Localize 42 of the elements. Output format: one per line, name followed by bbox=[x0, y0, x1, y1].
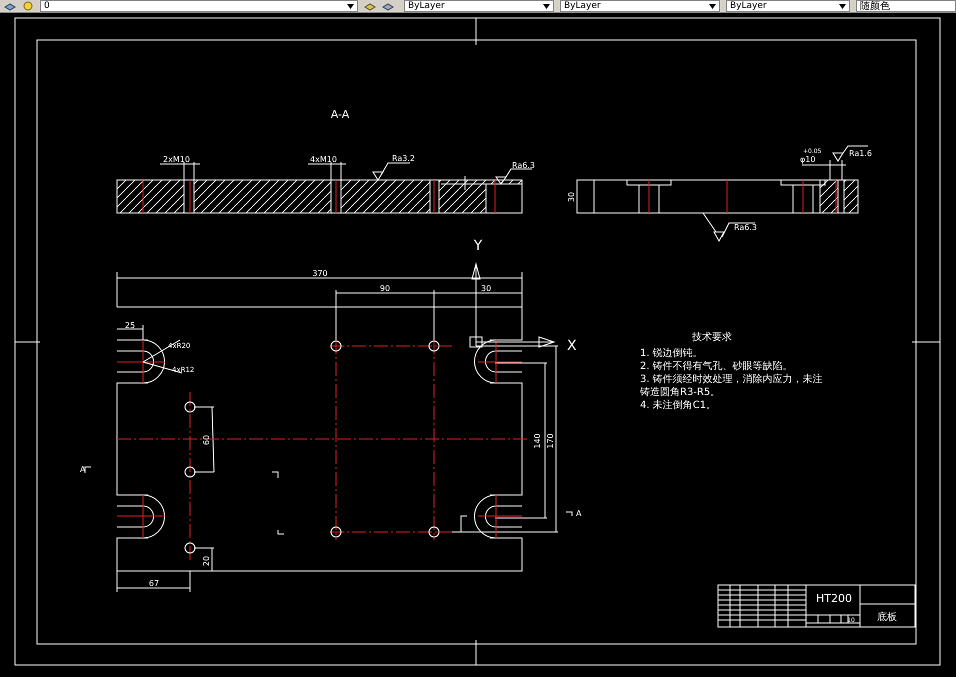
requirement-text: 2. 铸件不得有气孔、砂眼等缺陷。 bbox=[640, 361, 793, 372]
bulb-icon[interactable] bbox=[22, 0, 34, 12]
dimension-text: 20 bbox=[202, 556, 211, 566]
dimension-text: 60 bbox=[202, 434, 211, 446]
plot-style-dropdown[interactable]: 随颜色 bbox=[856, 0, 956, 12]
layer-dropdown[interactable]: 0 bbox=[40, 0, 358, 12]
requirement-text: 铸造圆角R3-R5。 bbox=[640, 387, 720, 398]
dimension-text: 30 bbox=[567, 192, 576, 202]
axis-x-label: X bbox=[567, 338, 577, 354]
dimension-text: φ10 bbox=[800, 155, 816, 164]
caret-icon[interactable] bbox=[347, 4, 354, 8]
layers-icon[interactable] bbox=[382, 0, 394, 12]
material-text: HT200 bbox=[816, 592, 852, 605]
roughness-text: Ra1.6 bbox=[849, 149, 872, 158]
requirements-title: 技术要求 bbox=[692, 332, 732, 343]
dimension-text: 370 bbox=[312, 269, 328, 278]
requirement-text: 3. 铸件须经时效处理，消除内应力，未注 bbox=[640, 374, 823, 385]
dimension-text: 90 bbox=[380, 284, 390, 293]
lineweight-dropdown[interactable]: ByLayer bbox=[726, 0, 850, 12]
dimension-text: 67 bbox=[148, 579, 160, 588]
section-title: A-A bbox=[330, 108, 350, 121]
roughness-text: Ra6.3 bbox=[512, 161, 536, 170]
requirement-text: 4. 未注倒角C1。 bbox=[640, 400, 716, 411]
dimension-text: 170 bbox=[546, 433, 555, 449]
caret-icon[interactable] bbox=[839, 4, 846, 8]
axis-y-label: Y bbox=[474, 238, 482, 254]
section-mark-text: A bbox=[576, 509, 582, 518]
dimension-text: 25 bbox=[124, 321, 136, 330]
color-dropdown[interactable]: ByLayer bbox=[404, 0, 554, 12]
roughness-text: Ra6.3 bbox=[734, 223, 758, 232]
dimension-text: 30 bbox=[481, 284, 492, 293]
linetype-dropdown[interactable]: ByLayer bbox=[560, 0, 720, 12]
caret-icon[interactable] bbox=[543, 4, 550, 8]
part-name-text: 底板 bbox=[877, 612, 897, 623]
layers-icon[interactable] bbox=[4, 0, 16, 12]
dimension-text: 4xM10 bbox=[310, 155, 337, 164]
dimension-text: 140 bbox=[533, 433, 542, 449]
caret-icon[interactable] bbox=[709, 4, 716, 8]
roughness-text: Ra3.2 bbox=[392, 154, 416, 163]
layers-icon[interactable] bbox=[364, 0, 376, 12]
dimension-text: 2xM10 bbox=[163, 155, 190, 164]
requirement-text: 1. 锐边倒钝。 bbox=[640, 348, 703, 359]
